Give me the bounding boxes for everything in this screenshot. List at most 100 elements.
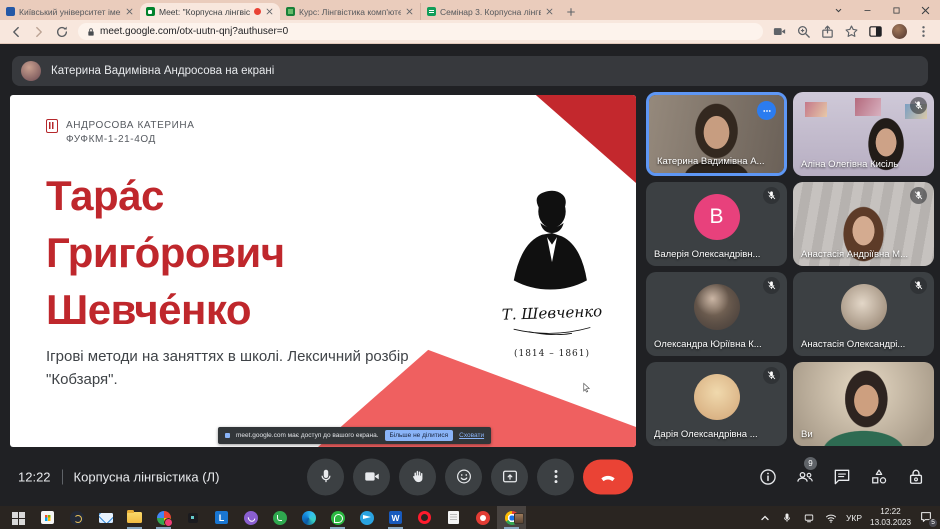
participant-name: Анастасія Олександрі... — [801, 339, 905, 350]
tray-microphone-icon[interactable] — [780, 511, 794, 525]
participant-tile-oleksandra[interactable]: Олександра Юріївна К... — [646, 272, 787, 356]
chrome-taskbar-icon[interactable] — [497, 506, 526, 529]
tab-close-icon[interactable] — [125, 7, 134, 16]
participant-initial-avatar: В — [694, 194, 740, 240]
participant-photo-avatar — [694, 374, 740, 420]
language-indicator[interactable]: УКР — [846, 513, 862, 523]
university-logo — [46, 119, 58, 133]
participant-photo-avatar — [841, 284, 887, 330]
tray-clock[interactable]: 12:22 13.03.2023 — [870, 507, 911, 528]
participant-tile-valeriia[interactable]: В Валерія Олександрівн... — [646, 182, 787, 266]
slide-author-group: ФУФКМ-1-21-4ОД — [66, 133, 195, 147]
red-app-icon[interactable] — [468, 506, 497, 529]
portrait-years: (1814 – 1861) — [482, 349, 622, 359]
edge-glyph — [302, 511, 316, 525]
tab-meet-active[interactable]: Meet: "Корпусна лінгвістика" — [140, 3, 280, 20]
window-close-button[interactable] — [911, 0, 940, 20]
wifi-icon[interactable] — [824, 511, 838, 525]
present-screen-button[interactable] — [491, 458, 528, 495]
system-tray: УКР 12:22 13.03.2023 5 — [758, 507, 940, 528]
folder-glyph — [127, 512, 142, 523]
forward-button[interactable] — [32, 25, 46, 39]
window-minimize-button[interactable] — [853, 0, 882, 20]
speaking-indicator-icon — [757, 101, 776, 120]
telegram-glyph — [360, 511, 374, 525]
people-icon[interactable]: 9 — [795, 467, 815, 487]
opera-icon[interactable] — [410, 506, 439, 529]
classroom-favicon — [286, 7, 295, 16]
meeting-details-icon[interactable] — [758, 467, 778, 487]
back-button[interactable] — [9, 25, 23, 39]
participant-tile-alina[interactable]: Аліна Олегівна Кисіль — [793, 92, 934, 176]
participant-video — [793, 362, 934, 446]
microphone-button[interactable] — [307, 458, 344, 495]
people-count-badge: 9 — [804, 457, 817, 470]
tab-close-icon[interactable] — [405, 7, 414, 16]
profile-avatar[interactable] — [892, 24, 907, 39]
tab-seminar[interactable]: Семінар 3. Корпусна лінгвістик — [420, 3, 560, 20]
windows-taskbar: L W УКР 12:22 13.03.2023 5 — [0, 506, 940, 529]
colorful-app-icon[interactable] — [149, 506, 178, 529]
tray-device-icon[interactable] — [802, 511, 816, 525]
tab-university[interactable]: Київський університет імені Бор — [0, 3, 140, 20]
slide-header: АНДРОСОВА КАТЕРИНА ФУФКМ-1-21-4ОД — [46, 119, 195, 146]
red-app-glyph — [476, 511, 490, 525]
participant-tile-anastasiia-o[interactable]: Анастасія Олександрі... — [793, 272, 934, 356]
reload-button[interactable] — [55, 25, 69, 39]
url-text: meet.google.com/otx-uutn-qnj?authuser=0 — [100, 26, 288, 37]
notifications-icon[interactable]: 5 — [919, 510, 935, 526]
zoom-icon[interactable] — [796, 24, 811, 39]
emoji-reactions-button[interactable] — [445, 458, 482, 495]
start-button[interactable] — [4, 506, 33, 529]
side-panel-icon[interactable] — [868, 24, 883, 39]
share-icon[interactable] — [820, 24, 835, 39]
mic-muted-icon — [910, 187, 927, 204]
file-explorer-icon[interactable] — [120, 506, 149, 529]
camera-button[interactable] — [353, 458, 390, 495]
raise-hand-button[interactable] — [399, 458, 436, 495]
hide-notice-link[interactable]: Сховати — [459, 432, 484, 439]
stop-sharing-button[interactable]: Більше не ділитися — [385, 430, 454, 441]
participant-tile-anastasiia-a[interactable]: Анастасія Андріївна М... — [793, 182, 934, 266]
new-tab-button[interactable] — [560, 3, 582, 20]
microsoft-store-icon[interactable] — [33, 506, 62, 529]
chat-icon[interactable] — [832, 467, 852, 487]
whatsapp-icon[interactable] — [323, 506, 352, 529]
notes-icon[interactable] — [439, 506, 468, 529]
word-icon[interactable]: W — [381, 506, 410, 529]
tab-close-icon[interactable] — [265, 7, 274, 16]
windows-logo-icon — [12, 512, 18, 518]
mini-app-icon[interactable] — [178, 506, 207, 529]
browser-menu-icon[interactable] — [916, 24, 931, 39]
tab-search-chevron-icon[interactable] — [824, 0, 853, 20]
participant-tile-you[interactable]: Ви — [793, 362, 934, 446]
tab-label: Семінар 3. Корпусна лінгвістик — [440, 7, 541, 17]
l-app-icon[interactable]: L — [207, 506, 236, 529]
mic-muted-icon — [763, 367, 780, 384]
participant-tile-dariia[interactable]: Дарія Олександрівна ... — [646, 362, 787, 446]
activities-icon[interactable] — [869, 467, 889, 487]
utorrent-icon[interactable] — [265, 506, 294, 529]
tab-course[interactable]: Курс: Лінгвістика комп'ютерно — [280, 3, 420, 20]
camera-in-use-icon[interactable] — [772, 24, 787, 39]
participant-tile-katerina[interactable]: Катерина Вадимівна А... — [646, 92, 787, 176]
address-bar[interactable]: meet.google.com/otx-uutn-qnj?authuser=0 — [78, 23, 763, 40]
host-controls-icon[interactable] — [906, 467, 926, 487]
mouse-cursor-icon — [581, 382, 592, 393]
browser-tab-bar: Київський університет імені Бор Meet: "К… — [0, 0, 940, 20]
edge-icon[interactable] — [294, 506, 323, 529]
hidden-icons-chevron[interactable] — [758, 511, 772, 525]
mail-icon[interactable] — [91, 506, 120, 529]
window-maximize-button[interactable] — [882, 0, 911, 20]
viber-icon[interactable] — [236, 506, 265, 529]
telegram-icon[interactable] — [352, 506, 381, 529]
more-options-button[interactable] — [537, 458, 574, 495]
bookmark-star-icon[interactable] — [844, 24, 859, 39]
divider — [62, 469, 63, 484]
mic-muted-icon — [910, 97, 927, 114]
tab-close-icon[interactable] — [545, 7, 554, 16]
participant-name: Анастасія Андріївна М... — [801, 249, 908, 260]
leave-call-button[interactable] — [583, 459, 633, 494]
dark-app-icon[interactable] — [62, 506, 91, 529]
viber-glyph — [244, 511, 258, 525]
